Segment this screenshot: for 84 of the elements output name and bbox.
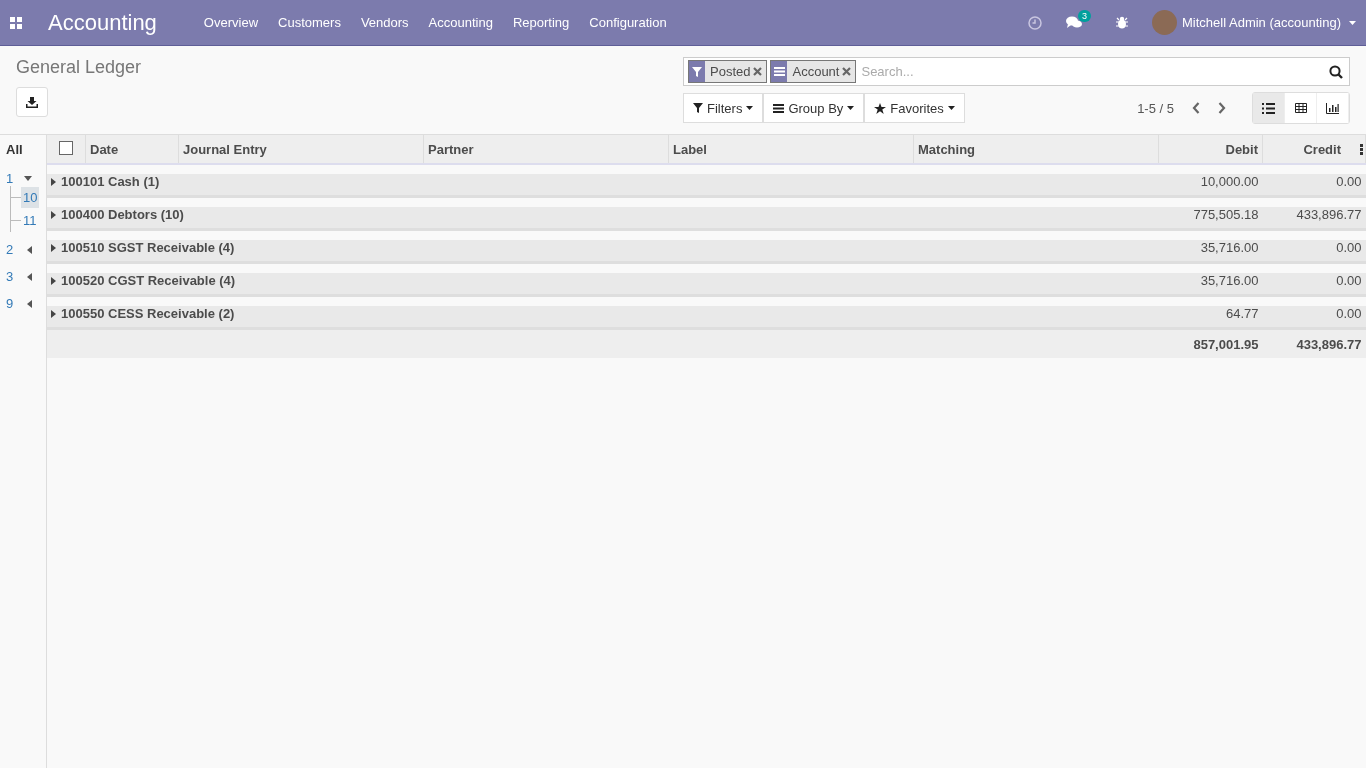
list-lines-icon xyxy=(773,103,785,113)
hierarchy-item[interactable]: 11 xyxy=(21,210,39,231)
search-field[interactable]: Posted Account Search... xyxy=(683,57,1350,86)
previous-icon[interactable] xyxy=(1192,102,1200,114)
list-lines-icon xyxy=(774,67,785,76)
search-facet[interactable]: Account xyxy=(770,60,857,83)
column-header[interactable]: Debit xyxy=(1158,135,1263,164)
menu-item[interactable]: Customers xyxy=(278,15,341,30)
remove-icon[interactable] xyxy=(842,67,852,76)
table-cell: 0.00 xyxy=(1336,240,1362,255)
table-cell: 35,716.00 xyxy=(1200,273,1259,288)
bug-icon[interactable] xyxy=(1116,16,1129,29)
table-cell: 433,896.77 xyxy=(1296,207,1362,222)
column-header[interactable]: Date xyxy=(85,135,179,164)
search-option-button[interactable]: Filters xyxy=(683,93,764,123)
table-cell: 10,000.00 xyxy=(1200,174,1259,189)
caret-right-icon xyxy=(51,177,56,186)
table-cell: 64.77 xyxy=(1225,306,1259,321)
group-row-title[interactable]: 100101 Cash (1) xyxy=(51,174,160,190)
caret-left-icon[interactable] xyxy=(27,299,32,308)
caret-icon xyxy=(847,106,855,110)
search-icon[interactable] xyxy=(1329,64,1343,79)
table-cell: 35,716.00 xyxy=(1200,240,1259,255)
table-cell: 0.00 xyxy=(1336,273,1362,288)
menu-item[interactable]: Reporting xyxy=(512,15,570,30)
breadcrumb-title: General Ledger xyxy=(16,57,142,78)
hierarchy-item[interactable]: 2 xyxy=(6,242,14,257)
pager-value[interactable]: 1-5 / 5 xyxy=(1137,100,1174,116)
menu-item[interactable]: Overview xyxy=(203,15,259,30)
hierarchy-item[interactable]: 3 xyxy=(6,269,14,284)
menu-item[interactable]: Configuration xyxy=(589,15,667,30)
column-header[interactable]: Matching xyxy=(913,135,1159,164)
caret-right-icon xyxy=(51,210,56,219)
remove-icon[interactable] xyxy=(753,67,763,76)
caret-icon xyxy=(746,106,754,110)
table-grid-icon xyxy=(1294,103,1307,113)
total-cell: 433,896.77 xyxy=(1296,336,1362,352)
caret-down-icon[interactable] xyxy=(24,176,32,181)
download-icon xyxy=(26,96,38,108)
download-button[interactable] xyxy=(16,87,48,117)
search-option-button[interactable]: Favorites xyxy=(864,93,965,123)
pivot-view-button[interactable] xyxy=(1285,93,1317,123)
hierarchy-item[interactable]: 10 xyxy=(21,187,40,208)
menu-item[interactable]: Vendors xyxy=(360,15,409,30)
column-header[interactable]: Label xyxy=(668,135,914,164)
column-options-icon[interactable] xyxy=(1360,144,1363,155)
list-icon xyxy=(1262,102,1275,114)
caret-right-icon xyxy=(51,243,56,252)
chat-bubbles-icon[interactable] xyxy=(1066,16,1083,29)
total-cell: 857,001.95 xyxy=(1193,336,1259,352)
group-row-title[interactable]: 100400 Debtors (10) xyxy=(51,207,184,223)
group-row-title[interactable]: 100550 CESS Receivable (2) xyxy=(51,306,235,322)
list-view-button[interactable] xyxy=(1253,93,1285,123)
group-row-title[interactable]: 100520 CGST Receivable (4) xyxy=(51,273,236,289)
column-header[interactable]: Journal Entry xyxy=(178,135,424,164)
caret-icon[interactable] xyxy=(1349,20,1356,25)
graph-view-button[interactable] xyxy=(1317,93,1349,123)
caret-icon xyxy=(947,106,955,110)
group-row-title[interactable]: 100510 SGST Receivable (4) xyxy=(51,240,235,256)
table-cell: 0.00 xyxy=(1336,306,1362,321)
star-icon xyxy=(874,102,887,114)
table-cell: 0.00 xyxy=(1336,174,1362,189)
table-cell: 775,505.18 xyxy=(1193,207,1259,222)
user-menu[interactable]: Mitchell Admin (accounting) xyxy=(1182,15,1341,30)
caret-right-icon xyxy=(51,309,56,318)
caret-left-icon[interactable] xyxy=(27,272,32,281)
message-count-badge: 3 xyxy=(1078,10,1092,22)
bar-chart-icon xyxy=(1326,102,1339,114)
caret-right-icon xyxy=(51,276,56,285)
select-all-checkbox[interactable] xyxy=(59,140,73,155)
hierarchy-item[interactable]: All xyxy=(0,143,46,165)
next-icon[interactable] xyxy=(1218,102,1226,114)
column-header[interactable]: Credit xyxy=(1262,135,1366,164)
search-facet[interactable]: Posted xyxy=(688,60,768,83)
caret-left-icon[interactable] xyxy=(27,245,32,254)
app-title[interactable]: Accounting xyxy=(48,9,157,36)
filter-icon xyxy=(692,66,702,77)
column-header[interactable]: Partner xyxy=(423,135,669,164)
search-option-button[interactable]: Group By xyxy=(763,93,865,123)
menu-item[interactable]: Accounting xyxy=(428,15,493,30)
filter-icon xyxy=(693,103,703,113)
hierarchy-item[interactable]: 1 xyxy=(6,171,14,186)
apps-grid-icon[interactable] xyxy=(10,16,22,29)
hierarchy-item[interactable]: 9 xyxy=(6,296,14,311)
